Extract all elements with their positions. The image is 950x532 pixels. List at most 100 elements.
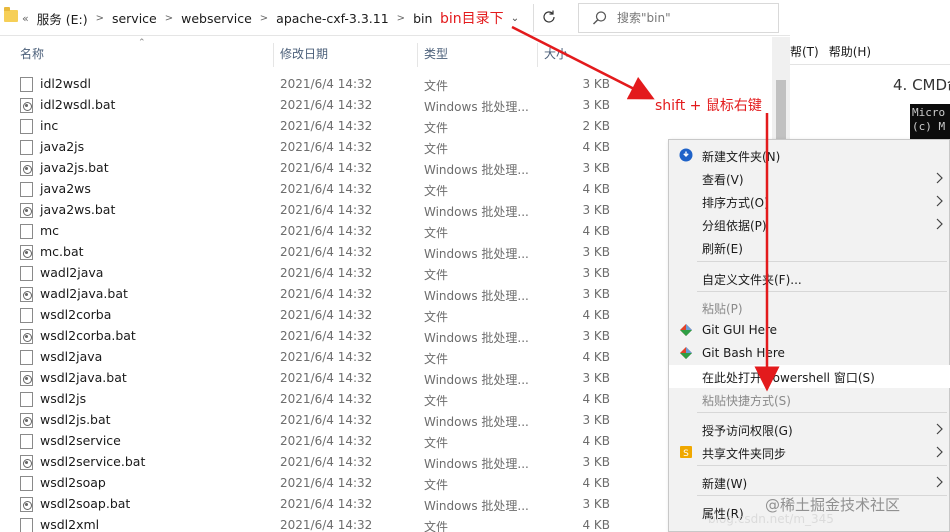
batch-file-icon — [20, 455, 33, 470]
file-size: 4 KB — [582, 518, 610, 532]
overflow-crumbs-icon[interactable]: « — [22, 12, 29, 25]
context-menu-label: 共享文件夹同步 — [702, 447, 787, 461]
file-icon — [20, 392, 33, 407]
column-divider[interactable] — [537, 43, 538, 67]
step-heading: 4. CMD命 — [893, 76, 950, 94]
context-menu-label: Git GUI Here — [702, 323, 778, 337]
file-size: 3 KB — [582, 329, 610, 343]
context-menu-label: Git Bash Here — [702, 346, 785, 360]
chevron-down-icon[interactable]: ⌄ — [506, 9, 524, 27]
file-type: Windows 批处理... — [424, 100, 529, 114]
file-date: 2021/6/4 14:32 — [280, 182, 373, 196]
file-name: wsdl2service — [40, 433, 121, 448]
search-icon — [592, 10, 608, 26]
context-menu-item[interactable]: Git Bash Here — [669, 342, 950, 365]
file-date: 2021/6/4 14:32 — [280, 203, 373, 217]
file-date: 2021/6/4 14:32 — [280, 77, 373, 91]
context-menu-item[interactable]: 新建文件夹(N) — [669, 144, 950, 167]
context-menu-item[interactable]: 在此处打开 Powershell 窗口(S) — [669, 365, 950, 388]
batch-file-icon — [20, 203, 33, 218]
file-size: 4 KB — [582, 182, 610, 196]
breadcrumb-item[interactable]: apache-cxf-3.3.11 — [276, 11, 389, 26]
annotation-shift-click: shift + 鼠标右键 — [655, 98, 762, 114]
divider — [790, 64, 950, 65]
breadcrumb-item[interactable]: webservice — [181, 11, 252, 26]
chevron-right-icon — [935, 421, 945, 437]
context-menu-item[interactable]: S 共享文件夹同步 — [669, 441, 950, 464]
file-type: 文件 — [424, 142, 449, 156]
file-icon — [20, 119, 33, 134]
menu-separator — [697, 291, 947, 292]
chevron-right-icon[interactable]: > — [96, 13, 104, 24]
address-divider — [533, 4, 534, 32]
search-box[interactable] — [578, 3, 779, 33]
file-size: 4 KB — [582, 476, 610, 490]
file-icon — [20, 350, 33, 365]
context-menu-label: 授予访问权限(G) — [702, 424, 793, 438]
file-date: 2021/6/4 14:32 — [280, 476, 373, 490]
menu-separator — [697, 412, 947, 413]
context-menu-label: 粘贴快捷方式(S) — [702, 394, 791, 408]
context-menu-label: 在此处打开 Powershell 窗口(S) — [702, 371, 875, 385]
file-type: Windows 批处理... — [424, 415, 529, 429]
context-menu-item[interactable]: 刷新(E) — [669, 236, 950, 259]
file-date: 2021/6/4 14:32 — [280, 497, 373, 511]
file-name: wsdl2corba.bat — [40, 328, 136, 343]
refresh-icon[interactable] — [538, 6, 560, 28]
context-menu-item[interactable]: 授予访问权限(G) — [669, 418, 950, 441]
batch-file-icon — [20, 98, 33, 113]
file-date: 2021/6/4 14:32 — [280, 455, 373, 469]
file-name: java2ws.bat — [40, 202, 116, 217]
column-divider[interactable] — [273, 43, 274, 67]
file-date: 2021/6/4 14:32 — [280, 266, 373, 280]
file-name: wsdl2java.bat — [40, 370, 127, 385]
context-menu-item[interactable]: 分组依据(P) — [669, 213, 950, 236]
column-header-size[interactable]: 大小 — [544, 37, 568, 69]
file-row[interactable]: idl2wsdl 2021/6/4 14:32 文件 3 KB — [0, 74, 790, 95]
file-date: 2021/6/4 14:32 — [280, 224, 373, 238]
file-size: 3 KB — [582, 371, 610, 385]
context-menu-item[interactable]: 查看(V) — [669, 167, 950, 190]
batch-file-icon — [20, 161, 33, 176]
background-menu-item[interactable]: 帮助(H) — [829, 43, 871, 60]
address-bar[interactable]: « 服务 (E:) > service > webservice > apache-cxf-3… — [0, 0, 790, 36]
search-input[interactable] — [617, 4, 767, 32]
chevron-right-icon[interactable]: > — [165, 13, 173, 24]
file-name: java2js.bat — [40, 160, 109, 175]
file-icon — [20, 224, 33, 239]
menu-separator — [697, 465, 947, 466]
breadcrumb[interactable]: « 服务 (E:) > service > webservice > apache-cxf-3… — [22, 0, 432, 36]
column-headers: ⌃ 名称 修改日期 类型 大小 — [0, 37, 790, 69]
file-name: wsdl2js.bat — [40, 412, 111, 427]
file-type: 文件 — [424, 184, 449, 198]
file-type: 文件 — [424, 121, 449, 135]
background-menu-item[interactable]: 帮(T) — [790, 43, 819, 60]
chevron-right-icon[interactable]: > — [397, 13, 405, 24]
context-menu-item[interactable]: 新建(W) — [669, 471, 950, 494]
file-type: Windows 批处理... — [424, 373, 529, 387]
column-header-type[interactable]: 类型 — [424, 37, 448, 69]
folder-icon — [4, 7, 18, 22]
file-name: inc — [40, 118, 59, 133]
file-row[interactable]: inc 2021/6/4 14:32 文件 2 KB — [0, 116, 790, 137]
column-divider[interactable] — [417, 43, 418, 67]
file-type: 文件 — [424, 394, 449, 408]
breadcrumb-item[interactable]: bin — [413, 11, 432, 26]
column-header-date[interactable]: 修改日期 — [280, 37, 328, 69]
breadcrumb-item[interactable]: 服务 (E:) — [37, 9, 88, 28]
file-type: Windows 批处理... — [424, 247, 529, 261]
file-size: 4 KB — [582, 224, 610, 238]
context-menu-item[interactable]: 排序方式(O) — [669, 190, 950, 213]
context-menu-item: 粘贴快捷方式(S) — [669, 388, 950, 411]
context-menu-item[interactable]: 自定义文件夹(F)... — [669, 267, 950, 290]
file-icon — [20, 140, 33, 155]
file-size: 4 KB — [582, 350, 610, 364]
context-menu-item[interactable]: Git GUI Here — [669, 319, 950, 342]
git-icon — [679, 323, 693, 337]
file-type: Windows 批处理... — [424, 499, 529, 513]
file-size: 4 KB — [582, 308, 610, 322]
column-header-name[interactable]: 名称 — [20, 37, 44, 69]
chevron-right-icon[interactable]: > — [260, 13, 268, 24]
file-name: wsdl2soap.bat — [40, 496, 131, 511]
breadcrumb-item[interactable]: service — [112, 11, 157, 26]
